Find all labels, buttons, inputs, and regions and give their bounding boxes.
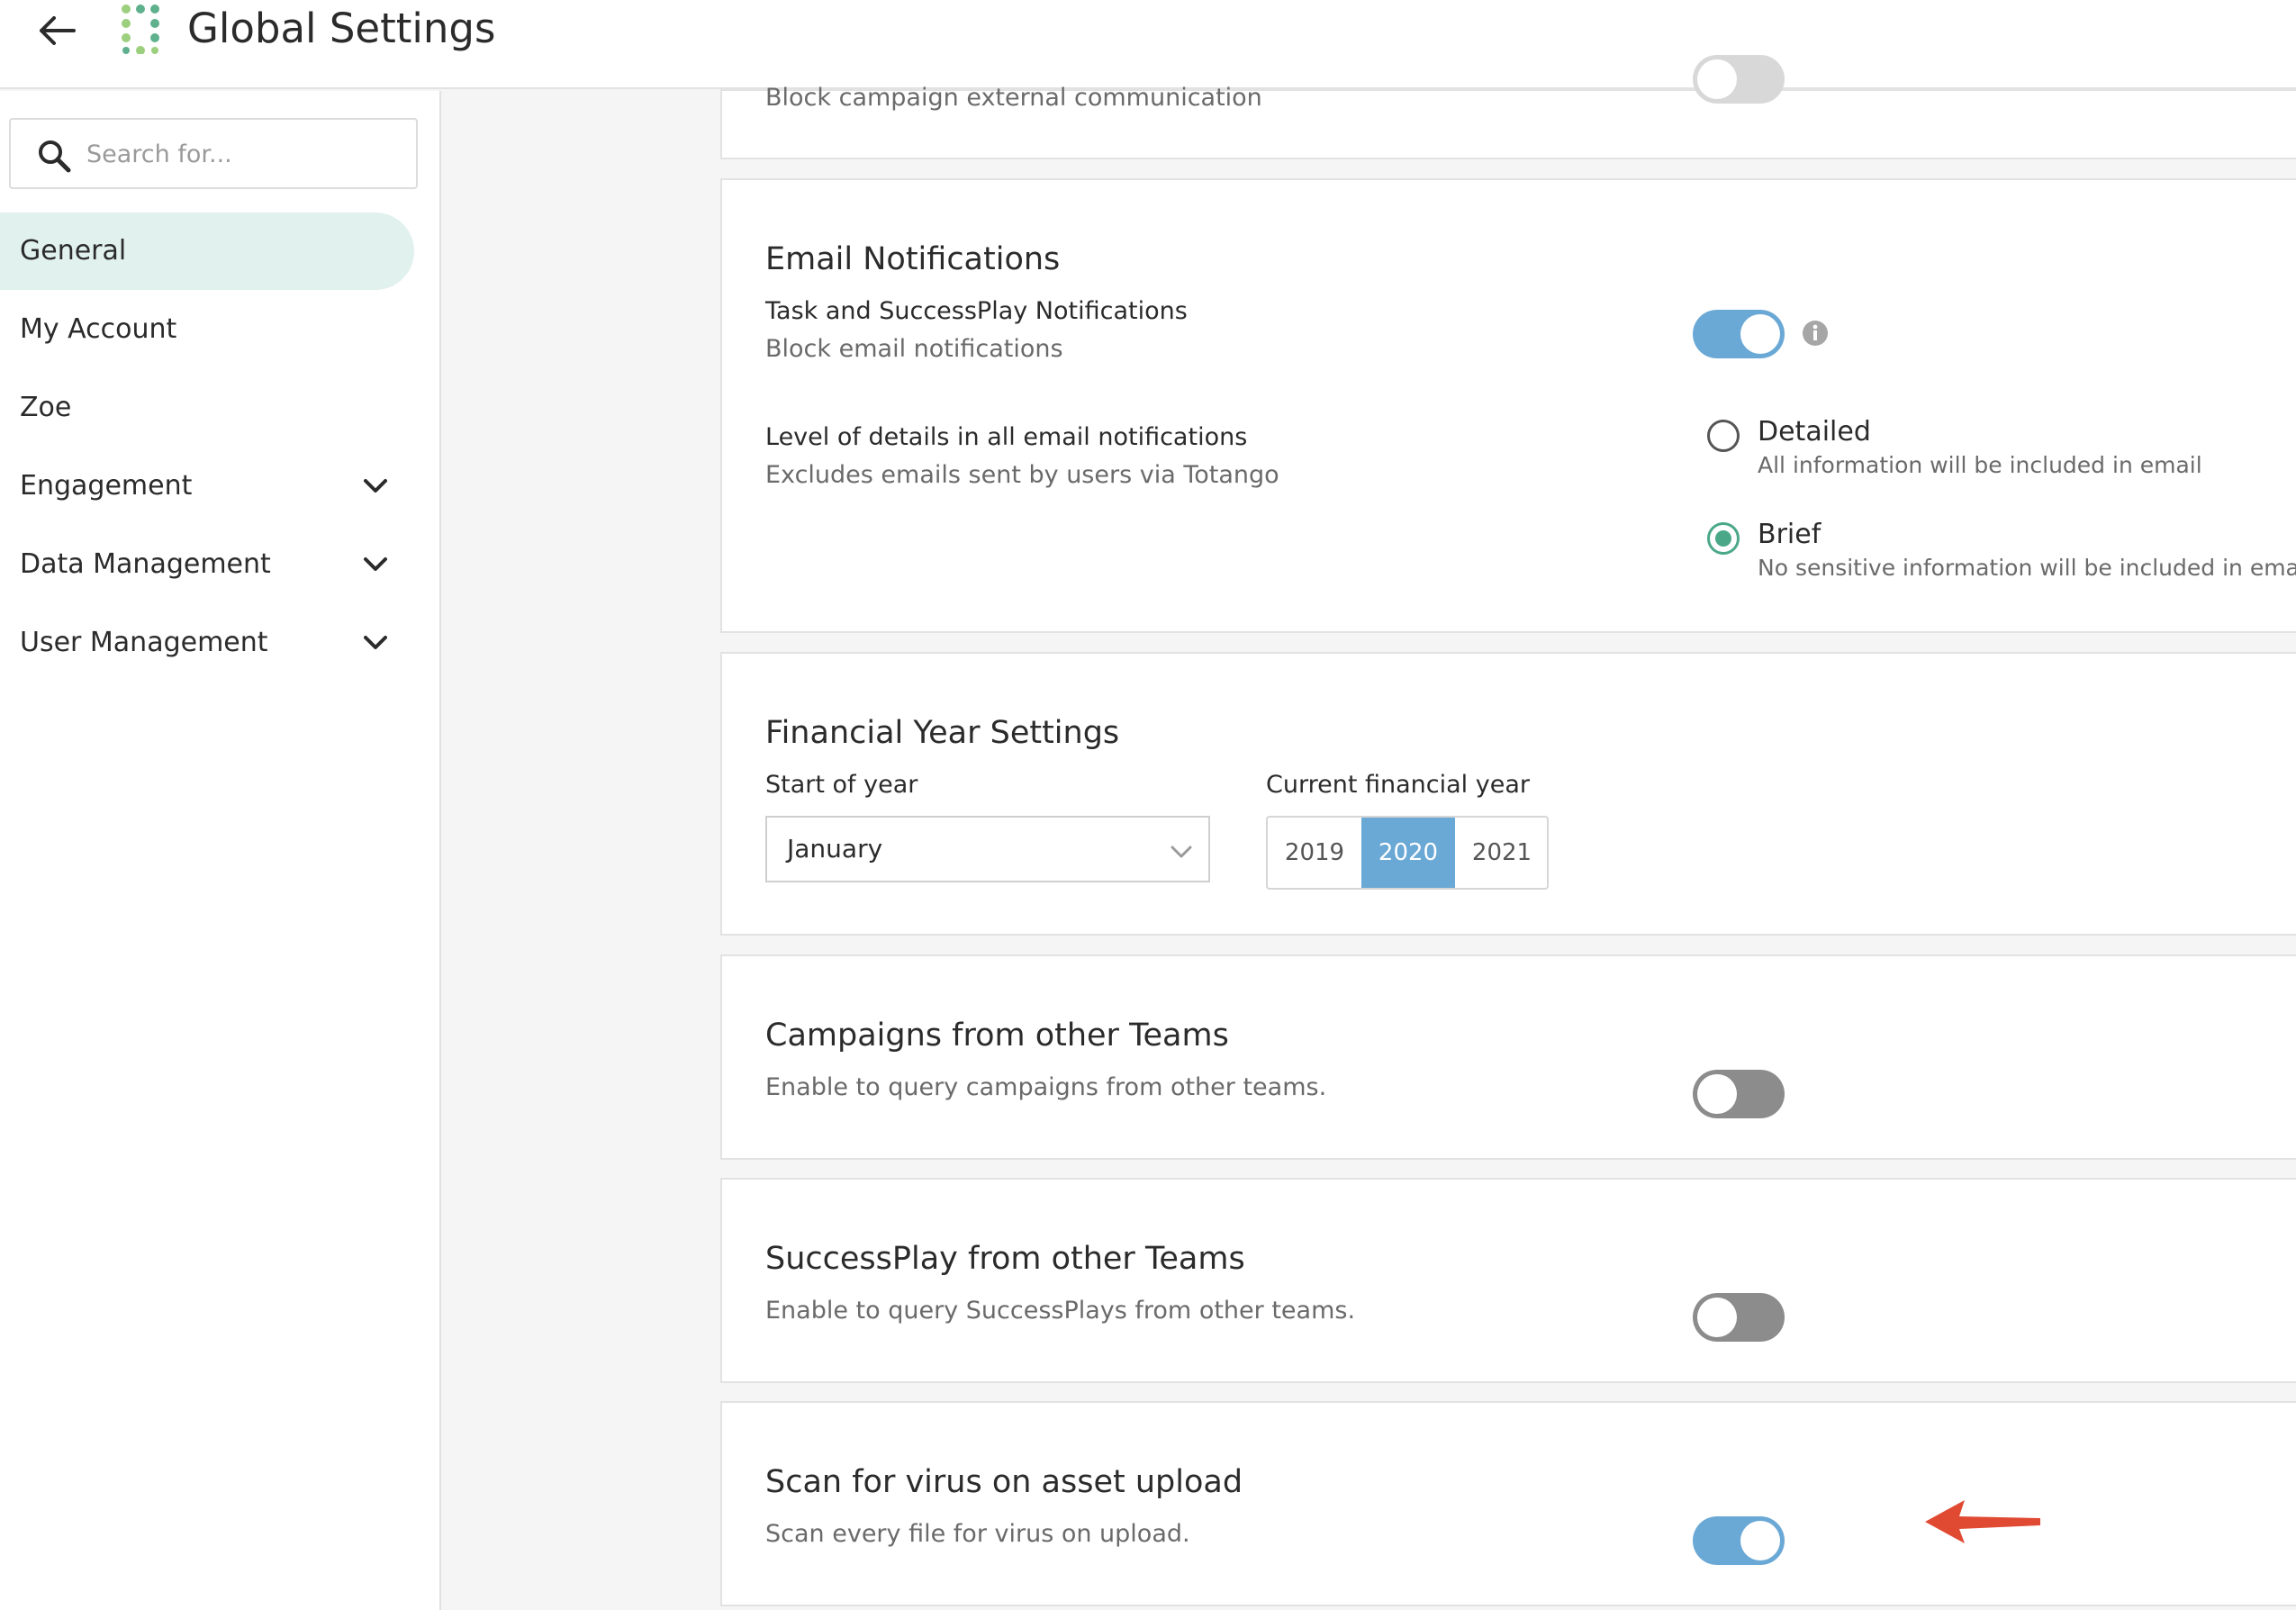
sidebar-item-label: My Account — [20, 313, 177, 345]
radio-detailed-label: Detailed — [1758, 416, 1871, 448]
toggle-knob — [1697, 1298, 1737, 1337]
setting-subtitle: Enable to query SuccessPlays from other … — [765, 1297, 1356, 1325]
card-successplay-other-teams: SuccessPlay from other Teams Enable to q… — [720, 1178, 2296, 1383]
campaign-external-toggle[interactable] — [1693, 55, 1785, 104]
radio-detailed-subtitle: All information will be included in emai… — [1758, 452, 2202, 478]
card-campaign-external: Block campaign external communication — [720, 55, 2296, 159]
sidebar-item-engagement[interactable]: Engagement — [0, 448, 414, 525]
sidebar-item-data-management[interactable]: Data Management — [0, 526, 414, 603]
card-email-notifications: Email Notifications Task and SuccessPlay… — [720, 178, 2296, 633]
sidebar-item-my-account[interactable]: My Account — [0, 291, 414, 368]
search-input[interactable] — [86, 132, 402, 176]
dots-logo-icon — [122, 5, 159, 54]
card-virus-scan: Scan for virus on asset upload Scan ever… — [720, 1401, 2296, 1606]
setting-subtitle: Block campaign external communication — [765, 84, 1262, 112]
sidebar-item-label: User Management — [20, 627, 268, 658]
search-box[interactable] — [9, 118, 418, 189]
sidebar-item-general[interactable]: General — [0, 213, 414, 290]
card-campaigns-other-teams: Campaigns from other Teams Enable to que… — [720, 954, 2296, 1160]
sidebar-item-label: Zoe — [20, 392, 72, 423]
year-option-2019[interactable]: 2019 — [1268, 818, 1361, 888]
toggle-knob — [1740, 1521, 1780, 1560]
section-title: Financial Year Settings — [765, 715, 1120, 751]
detail-level-subtitle: Excludes emails sent by users via Totang… — [765, 461, 1279, 489]
sidebar-item-label: Engagement — [20, 470, 193, 502]
annotation-arrow-icon — [1925, 1500, 2040, 1543]
section-title: Email Notifications — [765, 241, 1061, 277]
radio-brief-subtitle: No sensitive information will be include… — [1758, 555, 2296, 581]
chevron-down-icon — [1171, 846, 1192, 858]
chevron-down-icon — [364, 636, 387, 649]
toggle-knob — [1697, 1074, 1737, 1114]
page-title: Global Settings — [187, 5, 496, 52]
start-of-year-label: Start of year — [765, 771, 918, 799]
sidebar-item-label: General — [20, 235, 127, 267]
select-value: January — [787, 834, 883, 864]
search-icon — [39, 140, 71, 173]
section-title: SuccessPlay from other Teams — [765, 1241, 1245, 1277]
sidebar-item-label: Data Management — [20, 548, 271, 580]
start-of-year-select[interactable]: January — [765, 816, 1210, 882]
radio-brief[interactable] — [1707, 522, 1740, 555]
app-header: Global Settings — [0, 0, 2296, 89]
virus-scan-toggle[interactable] — [1693, 1516, 1785, 1565]
section-title: Scan for virus on asset upload — [765, 1464, 1243, 1500]
current-year-label: Current financial year — [1266, 771, 1530, 799]
setting-subtitle: Enable to query campaigns from other tea… — [765, 1073, 1327, 1101]
radio-dot — [1715, 530, 1731, 547]
radio-brief-label: Brief — [1758, 519, 1821, 550]
toggle-knob — [1740, 314, 1780, 354]
card-financial-year: Financial Year Settings Start of year Cu… — [720, 652, 2296, 936]
task-notifications-toggle[interactable] — [1693, 310, 1785, 358]
sidebar-item-zoe[interactable]: Zoe — [0, 369, 414, 447]
chevron-down-icon — [364, 479, 387, 493]
arrow-left-icon[interactable] — [36, 13, 76, 49]
task-notifications-subtitle: Block email notifications — [765, 335, 1063, 363]
sidebar-item-user-management[interactable]: User Management — [0, 604, 414, 682]
detail-level-label: Level of details in all email notificati… — [765, 423, 1248, 451]
year-segmented-control: 2019 2020 2021 — [1266, 816, 1549, 890]
chevron-down-icon — [364, 557, 387, 571]
successplay-other-teams-toggle[interactable] — [1693, 1293, 1785, 1342]
task-notifications-label: Task and SuccessPlay Notifications — [765, 297, 1188, 325]
setting-subtitle: Scan every file for virus on upload. — [765, 1520, 1190, 1548]
radio-detailed[interactable] — [1707, 420, 1740, 452]
section-title: Campaigns from other Teams — [765, 1018, 1229, 1054]
year-option-2021[interactable]: 2021 — [1455, 818, 1547, 888]
info-icon[interactable] — [1801, 319, 1830, 348]
toggle-knob — [1697, 59, 1737, 99]
campaigns-other-teams-toggle[interactable] — [1693, 1070, 1785, 1118]
year-option-2020[interactable]: 2020 — [1361, 818, 1455, 888]
sidebar: General My Account Zoe Engagement Data M… — [0, 91, 441, 1610]
